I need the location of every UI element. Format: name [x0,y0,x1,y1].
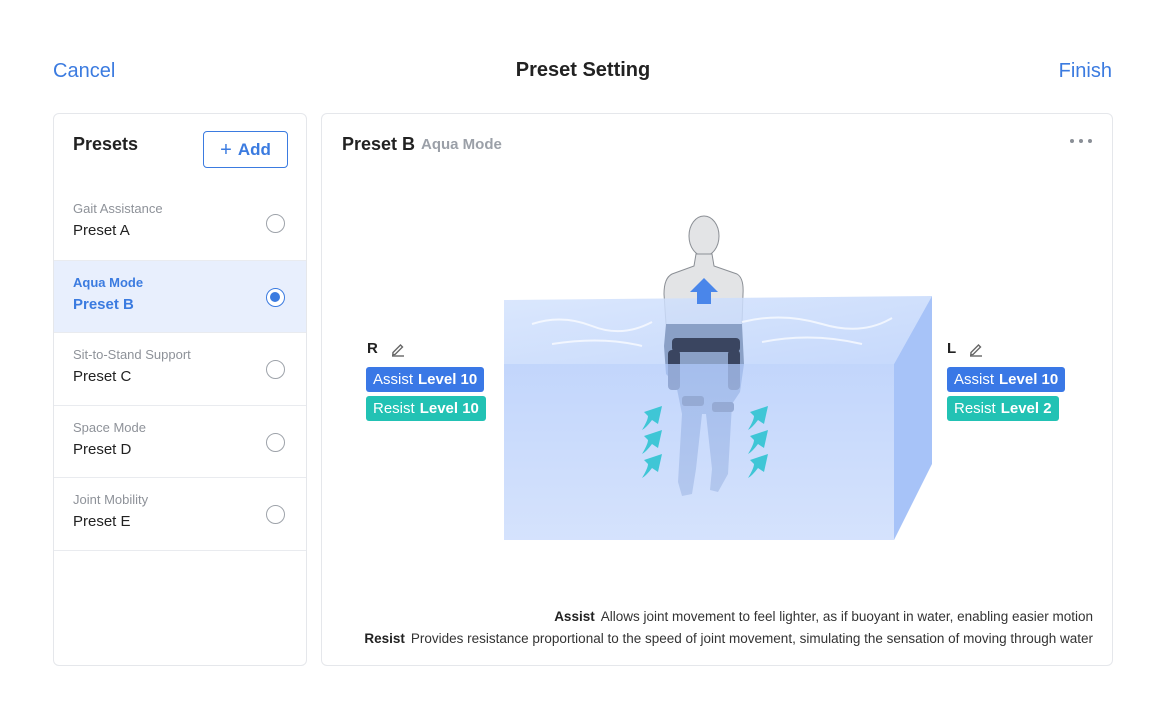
finish-button[interactable]: Finish [1059,60,1112,83]
preset-category: Joint Mobility [73,492,149,508]
assist-prefix: Assist [954,371,995,388]
preset-category: Gait Assistance [73,201,163,216]
top-bar: Cancel Preset Setting Finish [0,0,1166,110]
radio-icon[interactable] [266,287,285,307]
legend-text: Allows joint movement to feel lighter, a… [600,609,1093,624]
legend-term: Resist [364,631,405,646]
resist-prefix: Resist [954,400,996,417]
preset-category: Aqua Mode [73,274,144,290]
radio-icon[interactable] [266,505,285,525]
plus-icon: + [220,138,232,161]
sidebar-header: Presets + Add [54,114,306,187]
assist-prefix: Assist [373,371,414,388]
resist-value: Level 10 [419,400,479,417]
edit-icon[interactable] [390,341,406,357]
right-side-label: R [367,340,406,357]
side-letter-l: L [947,340,957,357]
preset-item-e[interactable]: Joint Mobility Preset E [54,477,306,550]
preset-item-d[interactable]: Space Mode Preset D [54,404,306,478]
preset-name: Preset D [73,440,132,458]
list-divider [54,549,306,551]
right-assist-tag[interactable]: Assist Level 10 [366,367,485,392]
legend-text: Provides resistance proportional to the … [410,631,1093,646]
legend-term: Assist [554,609,595,624]
add-preset-button[interactable]: + Add [203,131,288,168]
preset-item-c[interactable]: Sit-to-Stand Support Preset C [54,332,306,405]
preset-name: Preset E [73,513,131,531]
preset-mode: Aqua Mode [421,136,502,153]
assist-value: Level 10 [418,371,478,388]
preset-name: Preset C [73,368,132,386]
assist-value: Level 10 [999,371,1059,388]
left-assist-tag[interactable]: Assist Level 10 [947,367,1066,392]
legend-resist: Resist Provides resistance proportional t… [364,631,1093,646]
presets-sidebar: Presets + Add Gait Assistance Preset A A… [53,113,307,666]
side-letter-r: R [367,340,378,357]
preset-name: Preset B [73,295,134,313]
radio-icon[interactable] [266,432,285,452]
preset-list: Gait Assistance Preset A Aqua Mode Prese… [54,187,306,550]
preset-item-a[interactable]: Gait Assistance Preset A [54,187,306,260]
preset-category: Space Mode [73,419,146,435]
more-icon[interactable] [1070,132,1092,150]
resist-value: Level 2 [1000,400,1052,417]
left-resist-tag[interactable]: Resist Level 2 [947,396,1059,421]
sidebar-title: Presets [73,134,139,154]
page-title: Preset Setting [0,59,1166,82]
add-button-label: Add [237,139,271,159]
legend-assist: Assist Allows joint movement to feel ligh… [554,609,1093,624]
water-front [504,364,894,540]
preset-title: Preset B [342,134,416,154]
edit-icon[interactable] [968,341,984,357]
aqua-illustration [504,215,932,540]
resist-prefix: Resist [373,400,415,417]
left-side-label: L [947,340,984,357]
radio-icon[interactable] [266,360,285,380]
preset-category: Sit-to-Stand Support [73,347,191,363]
radio-icon[interactable] [266,214,285,233]
right-resist-tag[interactable]: Resist Level 10 [366,396,486,421]
page-title-text: Preset Setting [515,59,651,81]
preset-item-b[interactable]: Aqua Mode Preset B [54,259,306,333]
preset-name: Preset A [73,222,130,239]
preset-detail-panel: Preset B Aqua Mode R Assist Level 10 Res… [321,113,1113,666]
